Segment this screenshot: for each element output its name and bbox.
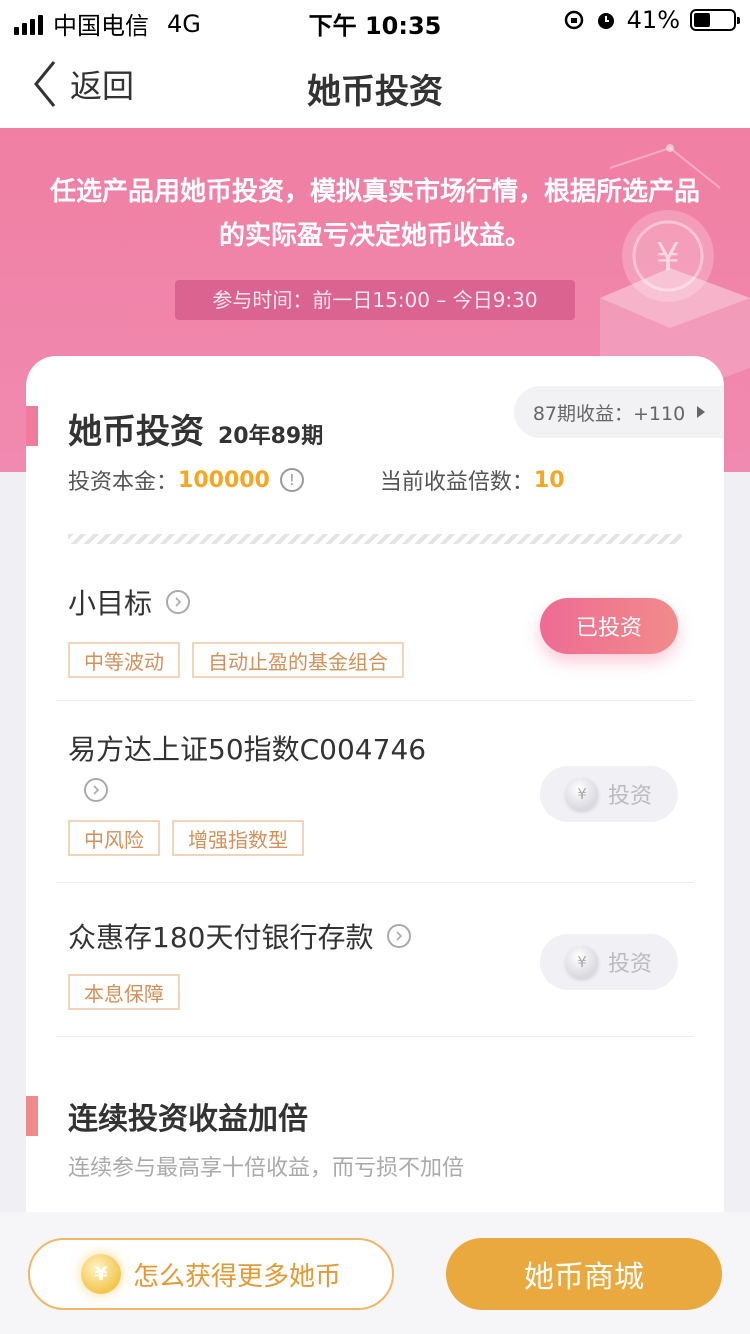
product-tag: 本息保障	[68, 974, 180, 1010]
yuan-coin-decoration-icon: ¥	[600, 144, 750, 388]
battery-icon	[690, 9, 740, 31]
how-to-earn-button[interactable]: ¥ 怎么获得更多她币	[28, 1238, 394, 1310]
page-title: 她币投资	[307, 72, 443, 112]
divider	[56, 1036, 694, 1037]
coin-mall-label: 她币商城	[524, 1260, 644, 1295]
divider	[56, 700, 694, 701]
battery-percent: 41%	[626, 6, 680, 34]
invested-button[interactable]: 已投资	[540, 598, 678, 654]
hero-description: 任选产品用她币投资，模拟真实市场行情，根据所选产品的实际盈亏决定她币收益。	[49, 177, 700, 251]
triangle-right-icon	[697, 406, 706, 418]
invest-button[interactable]: ¥ 投资	[540, 766, 678, 822]
chevron-right-circle-icon[interactable]	[387, 924, 412, 948]
investment-card: 她币投资 20年89期 87期收益：+110 投资本金： 100000 ! 当前…	[26, 356, 724, 1256]
chevron-right-circle-icon[interactable]	[166, 590, 191, 614]
card-period: 20年89期	[218, 424, 324, 449]
product-name: 众惠存180天付银行存款	[68, 921, 374, 954]
how-to-earn-label: 怎么获得更多她币	[132, 1261, 341, 1292]
coin-icon: ¥	[565, 946, 598, 978]
invest-button[interactable]: ¥ 投资	[540, 934, 678, 990]
nav-bar: 返回 她币投资	[0, 40, 750, 128]
alarm-icon	[597, 13, 614, 29]
product-tag: 增强指数型	[172, 820, 304, 856]
product-tag: 中风险	[68, 820, 160, 856]
section-marker	[26, 1096, 38, 1136]
hatch-divider	[68, 534, 682, 544]
principal-label: 投资本金：	[68, 470, 179, 495]
rotation-lock-icon	[564, 10, 583, 30]
previous-earnings-label: 87期收益：+110	[532, 402, 686, 425]
invested-label: 已投资	[575, 616, 642, 641]
product-name: 易方达上证50指数C004746	[68, 733, 427, 766]
section-subtitle: 连续参与最高享十倍收益，而亏损不加倍	[68, 1156, 465, 1181]
product-tag: 自动止盈的基金组合	[192, 642, 404, 678]
coin-icon: ¥	[80, 1254, 121, 1294]
status-bar: 中国电信 4G 下午 10:35 41%	[0, 0, 750, 40]
chevron-right-circle-icon[interactable]	[84, 778, 108, 802]
participation-time: 参与时间：前一日15:00 – 今日9:30	[175, 280, 575, 320]
principal-value: 100000	[178, 467, 270, 493]
bottom-bar: ¥ 怎么获得更多她币 她币商城	[0, 1212, 750, 1334]
invest-label: 投资	[607, 952, 652, 977]
section-marker	[26, 406, 38, 446]
previous-earnings-button[interactable]: 87期收益：+110	[514, 386, 724, 438]
stats-row: 投资本金： 100000 ! 当前收益倍数： 10	[68, 464, 565, 496]
product-name: 小目标	[68, 587, 153, 620]
multiplier-value: 10	[533, 467, 565, 493]
card-title: 她币投资	[68, 412, 204, 452]
divider	[56, 882, 694, 883]
invest-label: 投资	[607, 784, 652, 809]
product-tag: 中等波动	[68, 642, 180, 678]
section-title: 连续投资收益加倍	[68, 1102, 308, 1137]
coin-mall-button[interactable]: 她币商城	[446, 1238, 722, 1310]
multiplier-label: 当前收益倍数：	[379, 470, 534, 495]
coin-icon: ¥	[565, 778, 598, 810]
info-icon[interactable]: !	[279, 468, 304, 492]
